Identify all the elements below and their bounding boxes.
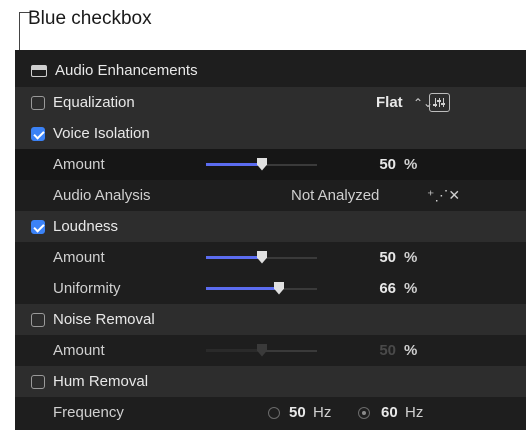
loudness-checkbox[interactable] — [31, 219, 45, 234]
audio-enhancements-header: Audio Enhancements — [15, 55, 526, 86]
hum-removal-frequency-row: Frequency 50 Hz 60 Hz — [15, 397, 526, 428]
loudness-uniformity-value[interactable]: 66 — [379, 280, 396, 297]
audio-analysis-row: Audio Analysis Not Analyzed ⁺⋰✕ — [15, 180, 526, 211]
audio-inspector-panel: Audio Enhancements Equalization Flat ⌃⌄ … — [15, 50, 526, 430]
noise-removal-label: Noise Removal — [53, 311, 155, 328]
frequency-50-value: 50 — [289, 404, 306, 421]
voice-isolation-amount-unit: % — [404, 156, 418, 173]
voice-isolation-checkbox[interactable] — [31, 126, 45, 141]
loudness-amount-unit: % — [404, 249, 418, 266]
frequency-60-unit: Hz — [405, 404, 424, 421]
radio-60hz[interactable] — [358, 406, 370, 419]
noise-removal-amount-unit: % — [404, 342, 418, 359]
noise-removal-checkbox[interactable] — [31, 312, 45, 327]
frequency-60-value: 60 — [381, 404, 398, 421]
loudness-row: Loudness — [15, 211, 526, 242]
loudness-amount-label: Amount — [53, 249, 105, 266]
voice-isolation-amount-value[interactable]: 50 — [379, 156, 396, 173]
voice-isolation-amount-row: Amount 50 % — [15, 149, 526, 180]
slider-fill — [206, 286, 279, 290]
voice-isolation-row: Voice Isolation — [15, 118, 526, 149]
loudness-amount-value[interactable]: 50 — [379, 249, 396, 266]
audio-analysis-status: Not Analyzed — [291, 187, 380, 204]
loudness-uniformity-row: Uniformity 66 % — [15, 273, 526, 304]
noise-removal-amount-slider — [206, 343, 317, 359]
loudness-uniformity-label: Uniformity — [53, 280, 121, 297]
equalization-label: Equalization — [53, 94, 135, 111]
hum-removal-row: Hum Removal — [15, 366, 526, 397]
loudness-uniformity-slider[interactable] — [206, 281, 317, 297]
voice-isolation-amount-label: Amount — [53, 156, 105, 173]
noise-removal-row: Noise Removal — [15, 304, 526, 335]
audio-analysis-label: Audio Analysis — [53, 187, 151, 204]
noise-removal-amount-label: Amount — [53, 342, 105, 359]
hum-removal-checkbox[interactable] — [31, 374, 45, 389]
loudness-uniformity-unit: % — [404, 280, 418, 297]
audio-panel-icon — [31, 64, 47, 77]
slider-knob — [257, 343, 267, 357]
magic-wand-icon[interactable]: ⁺⋰✕ — [427, 187, 460, 204]
voice-isolation-amount-slider[interactable] — [206, 157, 317, 173]
slider-fill — [206, 162, 262, 166]
equalization-row: Equalization Flat ⌃⌄ — [15, 87, 526, 118]
noise-removal-amount-value: 50 — [379, 342, 396, 359]
slider-knob[interactable] — [257, 157, 267, 171]
loudness-amount-row: Amount 50 % — [15, 242, 526, 273]
slider-fill — [206, 348, 262, 352]
equalization-checkbox[interactable] — [31, 95, 45, 110]
loudness-label: Loudness — [53, 218, 119, 235]
loudness-amount-slider[interactable] — [206, 250, 317, 266]
frequency-50-unit: Hz — [313, 404, 332, 421]
slider-fill — [206, 255, 262, 259]
audio-enhancements-title: Audio Enhancements — [55, 62, 198, 79]
noise-removal-amount-row: Amount 50 % — [15, 335, 526, 366]
equalization-preset-value[interactable]: Flat — [376, 94, 403, 111]
slider-knob[interactable] — [274, 281, 284, 295]
hum-removal-label: Hum Removal — [53, 373, 149, 390]
equalizer-icon[interactable] — [429, 93, 450, 112]
radio-50hz[interactable] — [268, 406, 280, 419]
callout-label: Blue checkbox — [28, 8, 152, 29]
hum-removal-frequency-label: Frequency — [53, 404, 124, 421]
voice-isolation-label: Voice Isolation — [53, 125, 150, 142]
slider-knob[interactable] — [257, 250, 267, 264]
